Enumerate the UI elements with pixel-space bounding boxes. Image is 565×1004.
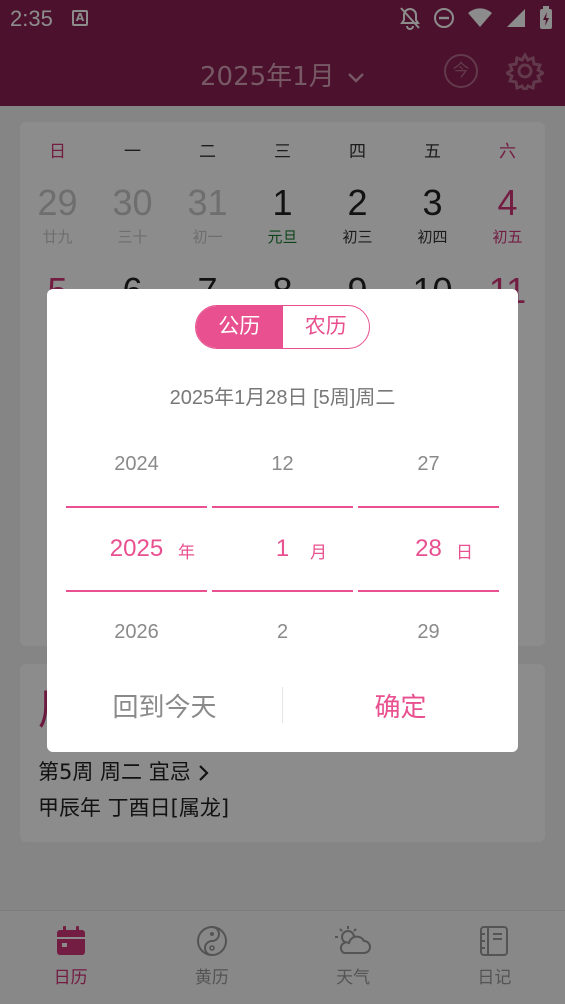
year-prev[interactable]: 2024 bbox=[66, 453, 207, 476]
wheel-divider bbox=[66, 590, 207, 592]
day-next[interactable]: 29 bbox=[358, 621, 499, 644]
lunar-calendar-option[interactable]: 农历 bbox=[283, 306, 370, 348]
calendar-type-toggle: 公历 农历 bbox=[195, 305, 370, 349]
wheel-divider bbox=[358, 590, 499, 592]
year-unit: 年 bbox=[178, 543, 195, 563]
back-to-today-button[interactable]: 回到今天 bbox=[47, 687, 282, 724]
solar-calendar-option[interactable]: 公历 bbox=[196, 306, 283, 348]
day-selected[interactable]: 28 bbox=[358, 535, 499, 563]
selected-date-summary: 2025年1月28日 [5周]周二 bbox=[169, 387, 396, 409]
day-unit: 日 bbox=[456, 543, 473, 563]
dialog-actions: 回到今天 确定 bbox=[47, 675, 518, 735]
day-prev[interactable]: 27 bbox=[358, 453, 499, 476]
month-unit: 月 bbox=[310, 543, 327, 563]
month-selected[interactable]: 1 bbox=[212, 535, 353, 563]
wheel-divider bbox=[212, 590, 353, 592]
month-prev[interactable]: 12 bbox=[212, 453, 353, 476]
confirm-button[interactable]: 确定 bbox=[283, 687, 518, 724]
month-wheel[interactable]: 12 1 月 2 bbox=[212, 437, 353, 647]
wheel-divider bbox=[212, 506, 353, 508]
year-next[interactable]: 2026 bbox=[66, 621, 207, 644]
date-wheels: 2024 2025 年 2026 12 1 月 2 27 28 日 29 bbox=[66, 437, 499, 647]
day-wheel[interactable]: 27 28 日 29 bbox=[358, 437, 499, 647]
year-wheel[interactable]: 2024 2025 年 2026 bbox=[66, 437, 207, 647]
month-next[interactable]: 2 bbox=[212, 621, 353, 644]
date-picker-dialog: 公历 农历 2025年1月28日 [5周]周二 2024 2025 年 2026… bbox=[47, 289, 518, 752]
wheel-divider bbox=[358, 506, 499, 508]
wheel-divider bbox=[66, 506, 207, 508]
